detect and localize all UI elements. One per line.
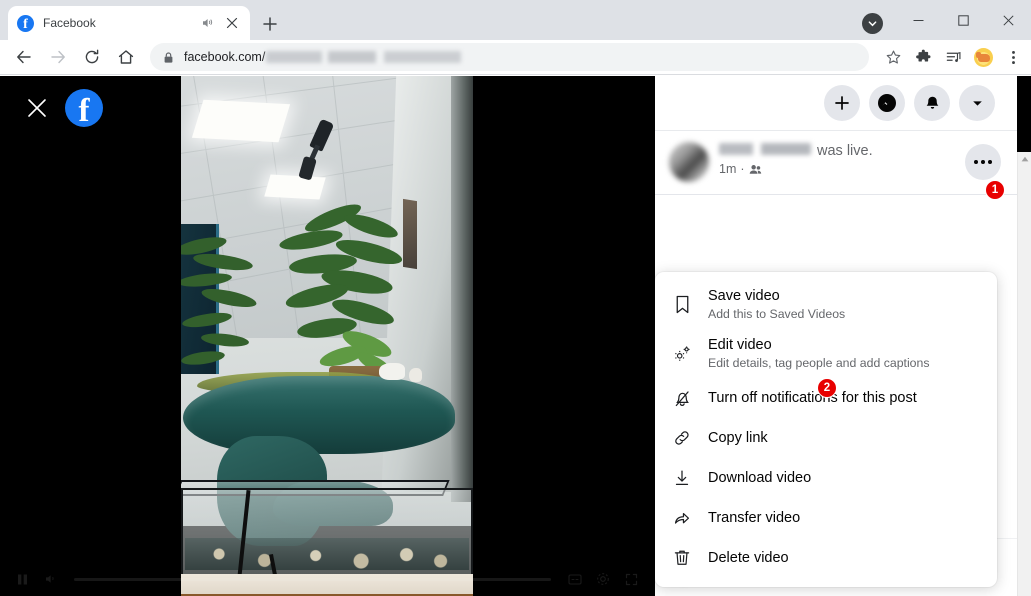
window-close-button[interactable]	[986, 4, 1031, 36]
messenger-button[interactable]	[869, 85, 905, 121]
browser-window: f Facebook facebook.com/ f was live. 1m …	[0, 0, 1031, 596]
annotation-badge-1: 1	[985, 180, 1005, 200]
post-meta: was live. 1m ·	[719, 142, 965, 176]
home-icon[interactable]	[112, 43, 140, 71]
tab-close-icon[interactable]	[223, 14, 241, 32]
facebook-logo-icon[interactable]: f	[65, 89, 103, 129]
back-arrow-icon[interactable]	[10, 43, 38, 71]
post-options-menu: Save video Add this to Saved Videos Edit…	[655, 272, 997, 587]
toolbar-right-actions	[877, 43, 1031, 71]
speaker-icon[interactable]	[199, 15, 215, 31]
menu-item-subtitle: Edit details, tag people and add caption…	[708, 356, 930, 370]
post-author-line: was live.	[719, 143, 965, 159]
menu-item-title: Download video	[708, 470, 812, 486]
puzzle-icon[interactable]	[909, 43, 937, 71]
menu-item-title: Save video	[708, 288, 780, 304]
favicon-letter: f	[23, 16, 28, 32]
pause-icon[interactable]	[8, 565, 36, 593]
menu-item-title: Transfer video	[708, 510, 801, 526]
annotation-badge-2: 2	[817, 378, 837, 398]
panel-divider	[655, 194, 1017, 195]
menu-item-download-video[interactable]: Download video	[655, 458, 997, 498]
post-status-text: was live.	[817, 143, 873, 159]
dot	[981, 160, 985, 164]
menu-item-transfer-video[interactable]: Transfer video	[655, 498, 997, 538]
chevron-down-icon	[861, 12, 883, 34]
panel-header	[655, 76, 1017, 131]
menu-item-text: Download video	[708, 469, 987, 487]
menu-item-save-video[interactable]: Save video Add this to Saved Videos	[655, 280, 997, 329]
menu-item-title: Edit video	[708, 337, 772, 353]
lock-icon	[162, 51, 175, 64]
close-video-button[interactable]	[24, 95, 50, 121]
menu-item-text: Edit video Edit details, tag people and …	[708, 336, 987, 371]
notifications-button[interactable]	[914, 85, 950, 121]
post-submeta: 1m ·	[719, 162, 965, 176]
video-controls-bar[interactable]	[0, 562, 655, 596]
new-tab-button[interactable]	[258, 12, 282, 36]
window-minimize-button[interactable]	[896, 4, 941, 36]
menu-item-delete-video[interactable]: Delete video	[655, 538, 997, 578]
create-button[interactable]	[824, 85, 860, 121]
meta-separator: ·	[740, 162, 745, 176]
tabstrip-caret-button[interactable]	[858, 12, 886, 34]
reload-icon[interactable]	[78, 43, 106, 71]
url-text: facebook.com/	[184, 50, 462, 64]
dot	[988, 160, 992, 164]
menu-item-edit-video[interactable]: Edit video Edit details, tag people and …	[655, 329, 997, 378]
share-arrow-icon	[669, 505, 695, 531]
video-scene-image	[181, 76, 473, 596]
menu-item-copy-link[interactable]: Copy link	[655, 418, 997, 458]
facebook-side-panel: was live. 1m · Save video Add this to Sa…	[655, 76, 1017, 596]
dot	[974, 160, 978, 164]
tab-title: Facebook	[43, 16, 96, 30]
link-icon	[669, 425, 695, 451]
url-redacted-path	[266, 51, 462, 63]
menu-item-text: Transfer video	[708, 509, 987, 527]
menu-item-text: Delete video	[708, 549, 987, 567]
forward-arrow-icon[interactable]	[44, 43, 72, 71]
gear-icon	[669, 341, 695, 367]
bell-slash-icon	[669, 385, 695, 411]
dog-avatar-icon[interactable]	[969, 43, 997, 71]
video-player[interactable]	[181, 76, 473, 596]
video-progress-bar[interactable]	[74, 577, 551, 581]
menu-item-text: Save video Add this to Saved Videos	[708, 287, 987, 322]
facebook-favicon-icon: f	[17, 14, 34, 32]
address-bar[interactable]: facebook.com/	[150, 43, 869, 71]
menu-item-title: Delete video	[708, 550, 789, 566]
post-timestamp[interactable]: 1m	[719, 162, 736, 176]
volume-icon[interactable]	[36, 565, 64, 593]
bookmark-icon	[669, 292, 695, 318]
page-scrollbar[interactable]	[1017, 152, 1031, 596]
browser-tab-facebook[interactable]: f Facebook	[8, 6, 250, 40]
facebook-logo-letter: f	[78, 93, 90, 129]
avatar[interactable]	[669, 142, 709, 182]
scroll-up-icon[interactable]	[1018, 152, 1031, 166]
window-maximize-button[interactable]	[941, 4, 986, 36]
account-button[interactable]	[959, 85, 995, 121]
post-header: was live. 1m ·	[655, 132, 1017, 192]
video-stage: f	[0, 76, 655, 596]
menu-item-text: Copy link	[708, 429, 987, 447]
author-name-redacted	[719, 143, 811, 155]
settings-icon[interactable]	[589, 565, 617, 593]
media-list-icon[interactable]	[939, 43, 967, 71]
star-icon[interactable]	[879, 43, 907, 71]
menu-item-title: Turn off notifications for this post	[708, 390, 917, 406]
fullscreen-icon[interactable]	[617, 565, 645, 593]
browser-toolbar: facebook.com/	[0, 40, 1031, 75]
post-more-options-button[interactable]	[965, 144, 1001, 180]
download-icon	[669, 465, 695, 491]
menu-item-text: Turn off notifications for this post	[708, 389, 987, 407]
window-controls	[896, 0, 1031, 40]
tab-strip: f Facebook	[0, 0, 1031, 40]
friends-icon[interactable]	[749, 163, 762, 176]
menu-item-title: Copy link	[708, 430, 768, 446]
three-dot-menu-icon[interactable]	[999, 43, 1027, 71]
menu-item-subtitle: Add this to Saved Videos	[708, 307, 846, 321]
trash-icon	[669, 545, 695, 571]
captions-icon[interactable]	[561, 565, 589, 593]
page-content: f was live. 1m · Save video Add this to …	[0, 76, 1031, 596]
